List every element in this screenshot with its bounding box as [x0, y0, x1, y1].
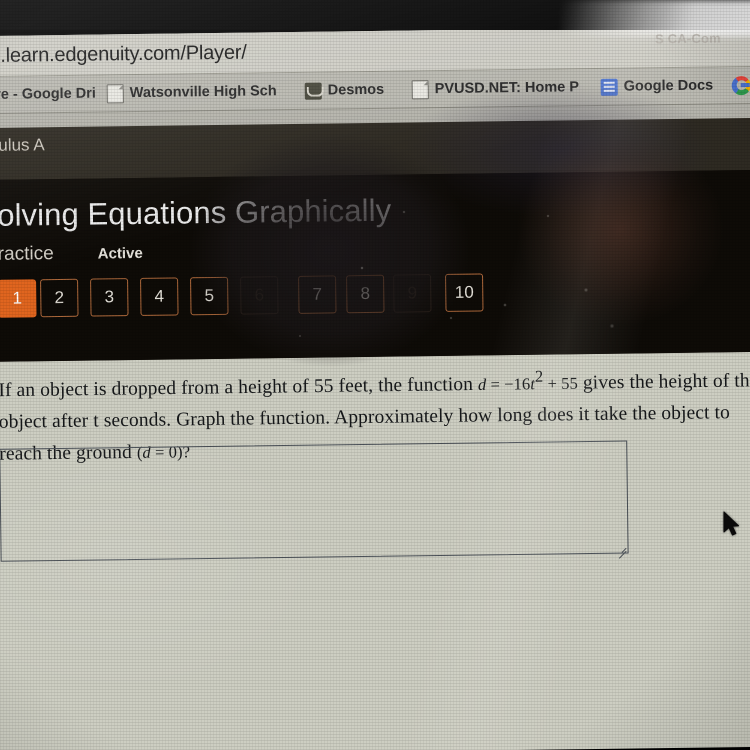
pager-item-label: 1: [12, 288, 23, 308]
pager-item-label: 6: [254, 285, 265, 305]
bookmark-ve-google-dri[interactable]: ve - Google Dri: [0, 83, 96, 106]
photographed-screen: ulus A olving Equations Graphically ract…: [0, 0, 750, 750]
pager-item-label: 2: [54, 287, 65, 308]
formula-tail: + 55: [543, 373, 579, 394]
assignment-status-label: Active: [97, 244, 143, 263]
pager-item-7[interactable]: 7: [298, 275, 337, 314]
pager-item-label: 5: [204, 285, 215, 306]
pager-item-label: 3: [104, 287, 115, 307]
pager-item-9[interactable]: 9: [393, 274, 432, 313]
formula-equals: = −16: [486, 374, 531, 394]
bookmark-google-docs[interactable]: Google Docs: [600, 74, 714, 97]
question-text-part1: If an object is dropped from a height of…: [0, 373, 479, 402]
browser-chrome: .learn.edgenuity.com/Player/ ve - Google…: [0, 25, 750, 128]
bookmark-label: ve - Google Dri: [0, 85, 97, 103]
pager-item-label: 10: [454, 282, 474, 302]
pager-item-10[interactable]: 10: [445, 273, 484, 312]
lesson-banner: olving Equations Graphically ractice Act…: [0, 169, 750, 362]
bookmark-label: Google Docs: [623, 77, 714, 95]
pager-item-label: 4: [154, 286, 165, 306]
bookmark-watsonville-high-sch[interactable]: Watsonville High Sch: [106, 80, 277, 104]
pager-item-6[interactable]: 6: [240, 276, 279, 315]
edgenuity-player-page: ulus A olving Equations Graphically ract…: [0, 111, 750, 362]
assignment-type-label: ractice: [0, 243, 54, 265]
active-tab-title[interactable]: S CA-Com: [655, 31, 721, 47]
pager-item-1[interactable]: 1: [0, 279, 37, 318]
document-icon: [106, 83, 124, 103]
course-name: ulus A: [0, 135, 45, 155]
url-text: .learn.edgenuity.com/Player/: [0, 41, 247, 67]
question-content-area: If an object is dropped from a height of…: [0, 346, 750, 750]
pager-item-label: 9: [407, 283, 418, 303]
bookmark-pvusd-net-home-p[interactable]: PVUSD.NET: Home P: [411, 76, 580, 100]
bookmark-google-g-icon[interactable]: [731, 74, 750, 96]
pager-item-label: 7: [312, 284, 323, 304]
lesson-title: olving Equations Graphically: [0, 192, 392, 233]
document-icon: [411, 79, 429, 99]
pager-item-8[interactable]: 8: [346, 274, 385, 314]
pager-item-3[interactable]: 3: [90, 278, 129, 317]
pager-item-2[interactable]: 2: [40, 278, 79, 318]
google-docs-icon: [600, 78, 618, 96]
answer-textarea[interactable]: [0, 440, 629, 562]
formula-variable-d: d: [477, 374, 487, 394]
bookmark-label: Desmos: [327, 81, 385, 99]
resize-handle-icon[interactable]: [616, 542, 626, 552]
pager-item-label: 8: [360, 283, 371, 304]
bookmark-label: Watsonville High Sch: [129, 83, 277, 102]
pager-item-5[interactable]: 5: [190, 276, 229, 316]
bookmark-desmos[interactable]: Desmos: [304, 79, 385, 102]
pager-item-4[interactable]: 4: [140, 277, 179, 316]
bookmark-label: PVUSD.NET: Home P: [434, 79, 580, 98]
desmos-icon: [304, 82, 322, 100]
google-g-icon: [731, 75, 750, 95]
lesson-subheader: ractice Active: [0, 242, 143, 266]
question-pager[interactable]: 1 2 3 4 5 6 7 8 9 10: [0, 270, 750, 330]
arrow-pointer-icon: [723, 511, 740, 536]
formula-exponent: 2: [534, 366, 544, 386]
